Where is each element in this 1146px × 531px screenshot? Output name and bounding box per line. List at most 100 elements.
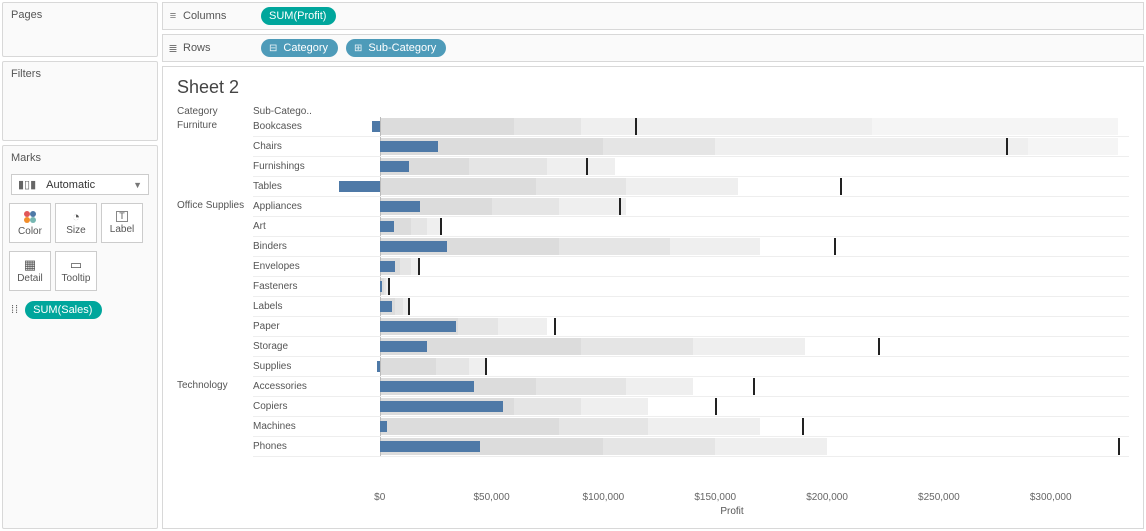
table-row[interactable]: Furnishings	[253, 157, 1129, 177]
profit-bar	[380, 281, 382, 292]
pages-shelf[interactable]: Pages	[2, 2, 158, 57]
label-button[interactable]: T Label	[101, 203, 143, 243]
reference-line	[440, 218, 442, 235]
table-row[interactable]: Appliances	[253, 197, 1129, 217]
x-axis: Profit $0$50,000$100,000$150,000$200,000…	[177, 492, 1129, 522]
reference-line	[878, 338, 880, 355]
distribution-band	[670, 238, 759, 255]
rows-label: Rows	[183, 42, 251, 54]
reference-line	[408, 298, 410, 315]
reference-line	[802, 418, 804, 435]
axis-tick: $300,000	[1030, 492, 1072, 503]
reference-line	[840, 178, 842, 195]
size-button[interactable]: ◔ Size	[55, 203, 97, 243]
profit-bar	[380, 381, 474, 392]
color-label: Color	[18, 226, 42, 237]
bar-track	[335, 237, 1129, 257]
pill-sum-sales[interactable]: SUM(Sales)	[25, 301, 102, 319]
zero-line	[380, 117, 381, 136]
category-group: TechnologyAccessoriesCopiersMachinesPhon…	[177, 377, 1129, 457]
table-row[interactable]: Bookcases	[253, 117, 1129, 137]
subcategory-label: Paper	[253, 317, 335, 337]
distribution-band	[559, 238, 671, 255]
detail-button[interactable]: ▦ Detail	[9, 251, 51, 291]
distribution-band	[514, 118, 581, 135]
filters-label: Filters	[3, 62, 157, 86]
distribution-band	[380, 118, 514, 135]
chevron-down-icon: ▼	[133, 180, 142, 190]
reference-line	[485, 358, 487, 375]
category-group: FurnitureBookcasesChairsFurnishingsTable…	[177, 117, 1129, 197]
pill-subcategory[interactable]: ⊞ Sub-Category	[346, 39, 446, 57]
subcategory-label: Chairs	[253, 137, 335, 157]
category-group: Office SuppliesAppliancesArtBindersEnvel…	[177, 197, 1129, 377]
subcategory-label: Supplies	[253, 357, 335, 377]
table-row[interactable]: Storage	[253, 337, 1129, 357]
distribution-band	[626, 378, 693, 395]
distribution-band	[559, 198, 626, 215]
subcategory-label: Furnishings	[253, 157, 335, 177]
viz-canvas: Sheet 2 Category Sub-Catego.. FurnitureB…	[162, 66, 1144, 529]
table-row[interactable]: Copiers	[253, 397, 1129, 417]
marks-label: Marks	[3, 146, 157, 170]
filters-shelf[interactable]: Filters	[2, 61, 158, 141]
bar-track	[335, 197, 1129, 217]
distribution-band	[436, 358, 470, 375]
bar-track	[335, 397, 1129, 417]
tooltip-button[interactable]: ▭ Tooltip	[55, 251, 97, 291]
subcategory-label: Labels	[253, 297, 335, 317]
distribution-band	[715, 438, 827, 455]
pill-sum-profit[interactable]: SUM(Profit)	[261, 7, 336, 25]
color-button[interactable]: Color	[9, 203, 51, 243]
subcategory-label: Accessories	[253, 377, 335, 397]
detail-label: Detail	[17, 273, 43, 284]
color-icon	[23, 210, 37, 224]
table-row[interactable]: Phones	[253, 437, 1129, 457]
table-row[interactable]: Paper	[253, 317, 1129, 337]
table-row[interactable]: Tables	[253, 177, 1129, 197]
pages-label: Pages	[3, 3, 157, 27]
table-row[interactable]: Binders	[253, 237, 1129, 257]
rows-shelf[interactable]: ≣ Rows ⊟ Category ⊞ Sub-Category	[162, 34, 1144, 62]
subcategory-label: Phones	[253, 437, 335, 457]
table-row[interactable]: Supplies	[253, 357, 1129, 377]
table-row[interactable]: Machines	[253, 417, 1129, 437]
bar-track	[335, 257, 1129, 277]
distribution-band	[872, 118, 1118, 135]
distribution-band	[400, 258, 411, 275]
distribution-band	[1028, 138, 1117, 155]
subcategory-label: Art	[253, 217, 335, 237]
table-row[interactable]: Art	[253, 217, 1129, 237]
distribution-band	[581, 338, 693, 355]
reference-line	[834, 238, 836, 255]
text-icon: T	[116, 211, 128, 222]
distribution-band	[411, 218, 427, 235]
profit-bar	[380, 401, 503, 412]
table-row[interactable]: Chairs	[253, 137, 1129, 157]
pill-category-label: Category	[283, 42, 328, 54]
bar-track	[335, 337, 1129, 357]
distribution-band	[536, 178, 625, 195]
profit-bar	[380, 421, 388, 432]
pill-category[interactable]: ⊟ Category	[261, 39, 338, 57]
bar-track	[335, 357, 1129, 377]
table-row[interactable]: Fasteners	[253, 277, 1129, 297]
bar-track	[335, 377, 1129, 397]
minus-icon: ⊟	[269, 43, 277, 54]
distribution-band	[547, 158, 614, 175]
columns-label: Columns	[183, 10, 251, 22]
left-panel: Pages Filters Marks ▮▯▮ Automatic ▼	[0, 0, 160, 531]
profit-bar	[380, 201, 420, 212]
size-label: Size	[66, 225, 85, 236]
right-panel: ≡ Columns SUM(Profit) ≣ Rows ⊟ Category …	[160, 0, 1146, 531]
table-row[interactable]: Accessories	[253, 377, 1129, 397]
marks-type-dropdown[interactable]: ▮▯▮ Automatic ▼	[11, 174, 149, 195]
subcategory-label: Envelopes	[253, 257, 335, 277]
columns-shelf[interactable]: ≡ Columns SUM(Profit)	[162, 2, 1144, 30]
distribution-band	[581, 398, 648, 415]
distribution-band	[715, 138, 1028, 155]
table-row[interactable]: Envelopes	[253, 257, 1129, 277]
reference-line	[554, 318, 556, 335]
table-row[interactable]: Labels	[253, 297, 1129, 317]
bar-track	[335, 417, 1129, 437]
